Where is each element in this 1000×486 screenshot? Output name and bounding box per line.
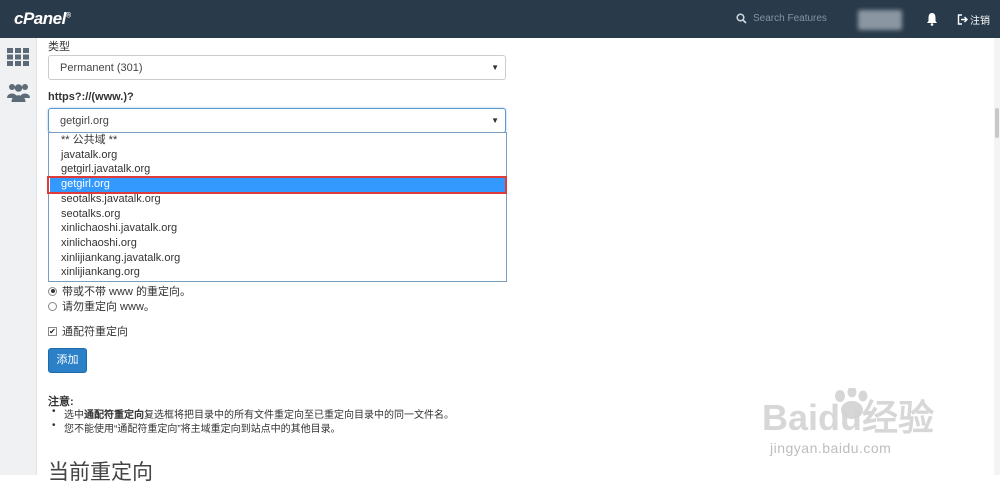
logout-button[interactable]: 注销 bbox=[957, 12, 990, 27]
type-label: 类型 bbox=[48, 41, 70, 53]
search-features[interactable]: Search Features bbox=[728, 9, 838, 29]
logout-icon bbox=[957, 14, 968, 25]
sidebar bbox=[0, 38, 37, 475]
dropdown-option[interactable]: xinlijiankang.javatalk.org bbox=[50, 251, 505, 266]
user-menu[interactable] bbox=[858, 10, 902, 30]
dropdown-option[interactable]: getgirl.javatalk.org bbox=[50, 162, 505, 177]
dropdown-option[interactable]: javatalk.org bbox=[50, 148, 505, 163]
caret-down-icon: ▼ bbox=[491, 63, 499, 72]
radio-button-checked[interactable] bbox=[48, 286, 57, 296]
watermark-text: Baidu经验 bbox=[762, 397, 934, 438]
cpanel-logo[interactable]: cPanel® bbox=[14, 9, 71, 29]
domain-value: getgirl.org bbox=[60, 115, 109, 127]
domain-dropdown-list: ** 公共域 ** javatalk.org getgirl.javatalk.… bbox=[48, 132, 507, 282]
dropdown-option[interactable]: ** 公共域 ** bbox=[50, 133, 505, 148]
https-label: https?://(www.)? bbox=[48, 91, 134, 103]
radio-no-www-label: 请勿重定向 www。 bbox=[62, 301, 155, 313]
bell-icon[interactable] bbox=[926, 12, 938, 26]
radio-with-www[interactable]: 带或不带 www 的重定向。 bbox=[48, 283, 191, 299]
apps-grid-icon[interactable] bbox=[7, 48, 29, 66]
wildcard-checkbox-row[interactable]: ✔ 通配符重定向 bbox=[48, 323, 128, 339]
domain-select[interactable]: getgirl.org ▼ bbox=[48, 108, 506, 133]
dropdown-option[interactable]: xinlichaoshi.org bbox=[50, 236, 505, 251]
note-item: 选中通配符重定向复选框将把目录中的所有文件重定向至已重定向目录中的同一文件名。 bbox=[52, 406, 454, 421]
logout-label: 注销 bbox=[970, 16, 990, 27]
watermark-url: jingyan.baidu.com bbox=[770, 440, 892, 456]
redirect-type-value: Permanent (301) bbox=[60, 62, 143, 74]
top-bar: cPanel® Search Features 注销 bbox=[0, 0, 1000, 38]
scrollbar-thumb[interactable] bbox=[995, 108, 999, 138]
dropdown-option[interactable]: xinlijiankang.org bbox=[50, 265, 505, 280]
caret-down-icon: ▼ bbox=[491, 116, 499, 125]
wildcard-checkbox[interactable]: ✔ bbox=[48, 326, 57, 336]
baidu-watermark: Baidu经验 bbox=[762, 388, 934, 438]
search-icon bbox=[736, 13, 747, 24]
note-item: 您不能使用“通配符重定向”将主域重定向到站点中的其他目录。 bbox=[52, 420, 341, 435]
radio-button[interactable] bbox=[48, 301, 57, 311]
radio-no-www[interactable]: 请勿重定向 www。 bbox=[48, 298, 155, 314]
search-input[interactable]: Search Features bbox=[753, 13, 827, 24]
users-icon[interactable] bbox=[7, 82, 30, 102]
radio-with-www-label: 带或不带 www 的重定向。 bbox=[62, 286, 191, 298]
dropdown-option[interactable]: seotalks.org bbox=[50, 207, 505, 222]
annotation-highlight-box bbox=[47, 176, 507, 194]
add-button[interactable]: 添加 bbox=[48, 348, 87, 373]
redirect-type-select[interactable]: Permanent (301) ▼ bbox=[48, 55, 506, 80]
dropdown-option[interactable]: seotalks.javatalk.org bbox=[50, 192, 505, 207]
dropdown-option[interactable]: xinlichaoshi.javatalk.org bbox=[50, 221, 505, 236]
wildcard-label: 通配符重定向 bbox=[62, 326, 128, 338]
page-scrollbar[interactable] bbox=[994, 38, 1000, 475]
current-redirects-heading: 当前重定向 bbox=[48, 461, 153, 484]
